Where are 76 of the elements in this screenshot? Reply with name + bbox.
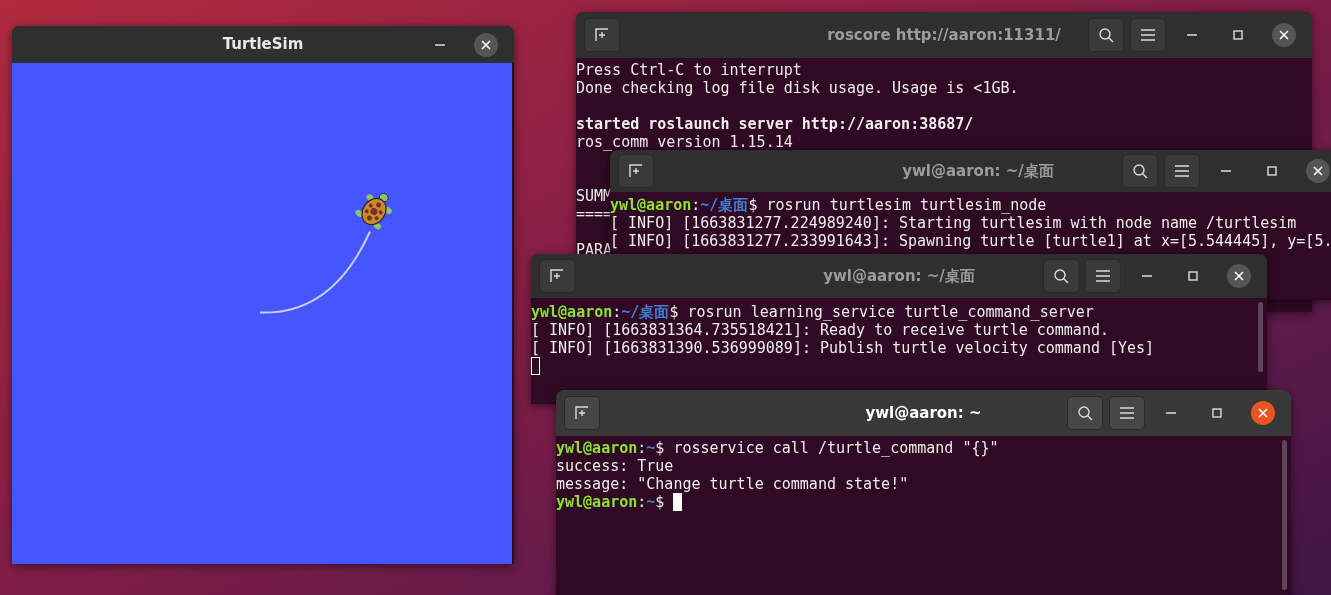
close-icon [1279,30,1289,40]
menu-button[interactable] [1164,154,1200,188]
terminal-text: [ INFO] [1663831277.233991643]: Spawning turtle [turtle1] at x=[5.544445], y=[5. [610,232,1331,250]
turtle-drawing [355,193,392,230]
maximize-icon [1267,166,1277,176]
close-icon [481,39,491,50]
terminal-text: : [637,439,647,457]
menu-icon [1141,29,1155,41]
scrollbar[interactable] [1282,440,1287,590]
menu-button[interactable] [1085,259,1121,293]
prompt-user: ywl@aaron [556,493,638,511]
prompt-path: ~ [646,493,656,511]
window-title: TurtleSim [222,35,304,53]
new-tab-icon [549,269,565,283]
new-tab-icon [594,28,610,42]
minimize-icon [435,43,445,46]
close-button[interactable] [1251,401,1275,425]
menu-button[interactable] [1130,18,1166,52]
terminal-text: $ [655,493,666,511]
search-icon [1132,163,1148,179]
close-button[interactable] [1306,159,1330,183]
close-button[interactable] [474,32,498,57]
minimize-icon [1166,412,1176,414]
terminal-text: [ INFO] [1663831277.224989240]: Starting turtlesim with node name /turtlesim [610,214,1297,232]
close-icon [1234,271,1244,281]
new-tab-button[interactable] [584,18,620,52]
terminal-text: Done checking log file disk usage. Usage is <1GB. [576,79,1019,97]
scrollbar[interactable] [1258,302,1263,372]
close-icon [1313,166,1323,176]
search-icon [1077,405,1093,421]
menu-button[interactable] [1109,396,1145,430]
maximize-icon [1233,30,1243,40]
close-button[interactable] [1227,264,1251,288]
prompt-path: ~ [646,439,656,457]
maximize-icon [1188,271,1198,281]
search-icon [1053,268,1069,284]
terminal-text: : [612,303,622,321]
terminal-text: $ rosrun turtlesim turtlesim_node [748,196,1047,214]
close-button[interactable] [1272,23,1296,47]
new-tab-icon [574,406,590,420]
prompt-user: ywl@aaron [556,439,638,457]
menu-icon [1096,270,1110,282]
minimize-icon [1142,275,1152,277]
menu-icon [1175,165,1189,177]
terminal-text: [ INFO] [1663831364.735518421]: Ready to receive turtle command. [531,321,1109,339]
new-tab-icon [628,164,644,178]
window-title: ywl@aaron: ~/桌面 [902,162,1054,180]
terminal-text: [ INFO] [1663831390.536999089]: Publish turtle velocity command [Yes] [531,339,1155,357]
window-title: ywl@aaron: ~ [865,404,982,422]
new-tab-button[interactable] [539,259,575,293]
search-button[interactable] [1043,259,1079,293]
terminal-text: $ rosrun learning_service turtle_command_server [669,303,1094,321]
new-tab-button[interactable] [618,154,654,188]
search-icon [1098,27,1114,43]
new-tab-button[interactable] [564,396,600,430]
menu-icon [1120,407,1134,419]
search-button[interactable] [1122,154,1158,188]
terminal-text: success: True [556,457,674,475]
terminal-text: $ rosservice call /turtle_command "{}" [655,439,999,457]
close-icon [1258,408,1268,418]
terminal-text: ros_comm version 1.15.14 [576,133,793,151]
terminal-text: : [691,196,701,214]
window-title: roscore http://aaron:11311/ [827,26,1061,44]
prompt-path: ~/桌面 [621,303,670,321]
search-button[interactable] [1088,18,1124,52]
minimize-icon [1187,34,1197,36]
minimize-icon [1221,170,1231,172]
terminal-text: started roslaunch server http://aaron:38687/ [576,115,974,133]
terminal-text: : [637,493,647,511]
search-button[interactable] [1067,396,1103,430]
terminal-text: message: "Change turtle command state!" [556,475,909,493]
prompt-path: ~/桌面 [700,196,749,214]
prompt-user: ywl@aaron [531,303,613,321]
maximize-icon [1212,408,1222,418]
window-title: ywl@aaron: ~/桌面 [823,267,975,285]
terminal-text: Press Ctrl-C to interrupt [576,61,802,79]
